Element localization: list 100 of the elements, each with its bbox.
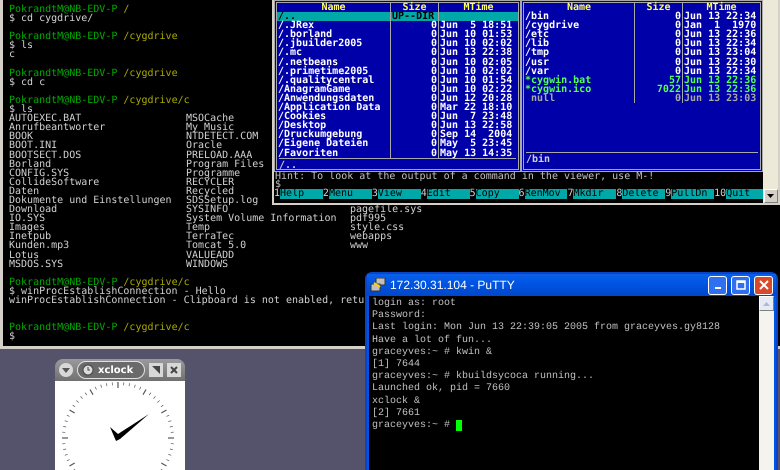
window-title: xclock [98,364,134,376]
terminal-line: $ ls [9,41,34,50]
column-header: Name [321,2,346,13]
scrollbar[interactable] [759,296,774,470]
file-name: BOOTSECT.DOS [9,150,82,160]
file-row[interactable]: /var 0 Jun 13 22:34 [524,66,760,76]
file-name: MSDOS.SYS [9,258,64,270]
terminal-line: xclock & [372,396,420,408]
terminal-line: Have a lot of fun... [372,334,492,346]
window-title: 172.30.31.104 - PuTTY [390,278,516,292]
file-name: pagefile.sys [350,204,422,216]
scroll-up-icon[interactable] [759,296,774,311]
file-name: Program Files [186,158,264,170]
file-row[interactable]: /etc 0 Jun 13 22:36 [524,30,760,40]
minimize-button[interactable] [708,276,727,294]
terminal-line: $ [9,332,16,342]
close-button[interactable] [167,363,181,377]
file-row[interactable]: /cygdrive 0 Jan 1 1970 [524,21,760,30]
function-key[interactable]: 4Edit [420,188,470,198]
close-icon [170,366,178,374]
file-name: www [350,240,368,252]
prompt-path: / [123,5,130,14]
prompt-user: PokrandtM@NB-EDV-P [9,96,118,106]
file-row[interactable]: /.mc 0 Jun 13 22:38 [277,48,518,58]
function-key[interactable]: 7Mkdir [567,188,616,198]
current-selection: /bin [526,154,550,165]
file-name: Temp [186,222,210,234]
file-row[interactable]: /.. UP--DIR [277,12,518,22]
menu-button[interactable] [59,363,73,377]
text-cursor [456,420,462,432]
terminal-line: c [9,50,16,60]
prompt-user: PokrandtM@NB-EDV-P [9,323,118,332]
file-name: Programme [186,168,240,179]
file-row[interactable]: /Anwendungsdaten 0 Jun 12 20:28 [277,94,518,104]
file-row[interactable]: /lib 0 Jun 13 22:34 [524,39,760,48]
close-icon [758,280,768,290]
file-row[interactable]: /AnagramGame 0 Jun 10 02:22 [277,84,518,94]
prompt-user: PokrandtM@NB-EDV-P [9,32,118,42]
terminal-line: winProcEstablishConnection - Clipboard is not enabled, retu [9,296,364,306]
terminal-line: $ ls [9,105,34,114]
terminal-line: Password: [372,310,426,322]
terminal-line: graceyves:~ # kwin & [372,346,492,358]
function-key[interactable]: 8Delete [616,188,666,198]
prompt-user: PokrandtM@NB-EDV-P [9,5,118,14]
column-header: MTime [463,2,494,13]
file-name: SDSSetup.log [186,194,258,206]
command-line[interactable]: $ [275,178,282,190]
caret-icon [62,368,70,372]
file-row[interactable]: /.JRex 0 Jun 5 18:51 [277,21,518,30]
file-row[interactable]: /Favoriten 0 May 13 14:35 [277,148,518,158]
prompt-user: PokrandtM@NB-EDV-P [9,278,118,287]
function-key[interactable]: 6RenMov [518,188,568,198]
terminal-line: Last login: Mon Jun 13 22:39:05 2005 from graceyves.gy8128 [372,322,720,334]
function-key[interactable]: 1Help [274,188,323,198]
scrollbar[interactable] [763,0,778,203]
prompt-path: /cygdrive [123,68,178,78]
shade-button[interactable] [149,363,163,377]
column-header: Size [402,2,427,13]
file-row[interactable]: *cygwin.bat 57 Jun 13 22:36 [524,76,760,85]
column-header: MTime [706,2,737,13]
file-row[interactable]: /tmp 0 Jun 13 23:04 [524,48,760,58]
file-row[interactable]: /Cookies 0 Jun 7 23:48 [277,112,518,122]
clock-icon [82,364,94,376]
function-key[interactable]: 9PullDn [665,188,714,198]
maximize-button[interactable] [731,276,750,294]
current-selection: /.. [279,160,298,171]
terminal-line: Launched ok, pid = 7660 [372,383,510,396]
file-row[interactable]: *cygwin.ico 7022 Jun 13 22:36 [524,84,760,94]
triangle-icon [152,366,160,374]
function-key[interactable]: 3View [372,188,421,198]
file-row[interactable]: null 0 Jun 13 23:03 [524,94,760,104]
close-button[interactable] [754,276,773,294]
file-row[interactable]: /.borland 0 Jun 10 01:53 [277,30,518,40]
terminal-line: $ cd c [9,78,46,87]
file-name: Recycled [186,186,234,197]
maximize-icon [736,280,746,290]
file-name: BOOT.INI [9,140,58,152]
terminal-line: $ cd cygdrive/ [9,14,94,24]
file-row[interactable]: /.qualitycentral 0 Jun 10 01:54 [277,76,518,85]
file-row[interactable]: /.primetime2005 0 Jun 10 02:02 [277,66,518,76]
file-row[interactable]: /Druckumgebung 0 Sep 14 2004 [277,130,518,140]
scroll-down-icon[interactable] [764,189,778,203]
file-row[interactable]: /.jbuilder2005 0 Jun 10 02:02 [277,39,518,48]
file-name: BOOK [9,131,34,142]
column-header: Size [646,2,671,13]
file-name: PRELOAD.AAA [186,150,252,160]
file-row[interactable]: /usr 0 Jun 13 22:30 [524,58,760,67]
file-row[interactable]: /Desktop 0 Jun 13 22:58 [277,121,518,130]
file-row[interactable]: /.netbeans 0 Jun 10 02:05 [277,58,518,67]
column-header: Name [566,2,592,13]
terminal-line: [2] 7661 [372,408,420,420]
file-row[interactable]: /Application Data 0 Mar 22 18:10 [277,103,518,112]
file-name: System Volume Information [186,213,337,224]
function-key[interactable]: 10Quit [714,188,764,198]
file-row[interactable]: /Eigene Dateien 0 May 5 23:45 [277,139,518,148]
function-key[interactable]: 2Menu [322,188,372,198]
file-name: webapps [350,231,392,242]
file-name: WINDOWS [186,258,228,270]
function-key[interactable]: 5Copy [470,188,519,198]
file-name: Images [9,222,46,234]
